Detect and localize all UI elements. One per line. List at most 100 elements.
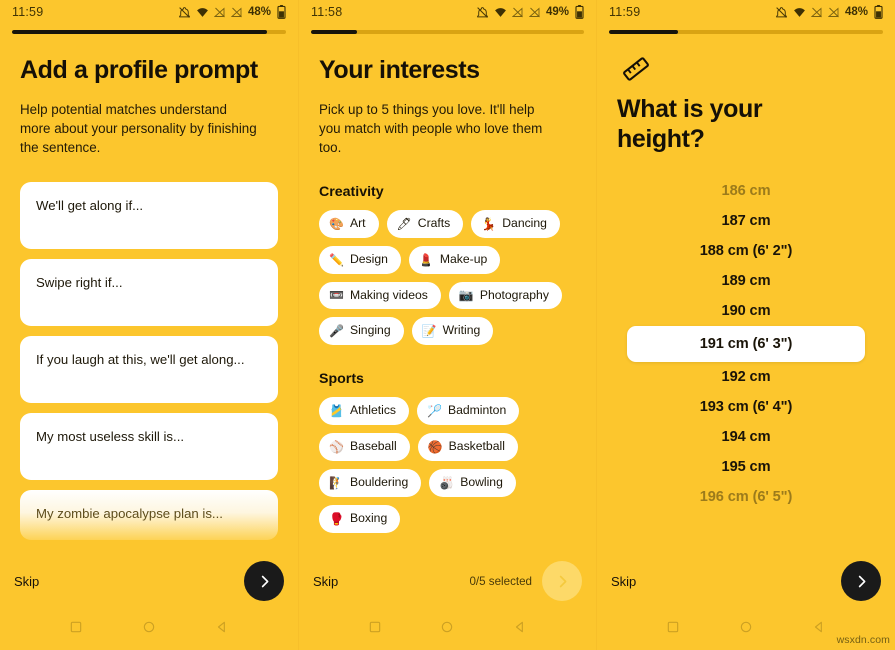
basketball-icon: 🏀 [427,440,443,455]
home-button[interactable] [440,620,454,639]
battery-percent: 49% [545,6,569,18]
home-button[interactable] [142,620,156,639]
chip-label: Singing [349,323,391,338]
chip-label: Badminton [447,403,507,418]
home-button[interactable] [739,620,753,639]
bottom-bar-right: 0/5 selected [469,561,582,601]
status-icons: 49% [476,5,584,19]
interest-chip-making-videos[interactable]: 📼 Making videos [319,281,441,310]
back-button[interactable] [215,620,229,639]
prompt-card[interactable]: My most useless skill is... [20,412,278,480]
chip-label: Design [349,251,388,266]
screen-content: Your interests Pick up to 5 things you l… [299,56,596,616]
height-option[interactable]: 194 cm [617,422,875,452]
status-bar: 11:58 49% [299,0,596,24]
progress-bar-wrap [597,24,895,34]
prompt-card[interactable]: We'll get along if... [20,181,278,249]
interest-chip-bowling[interactable]: 🎳 Bowling [429,468,516,497]
bottom-bar-right [841,561,881,601]
prompt-card[interactable]: If you laugh at this, we'll get along... [20,335,278,403]
camera-icon: 📷 [458,288,474,303]
height-option[interactable]: 188 cm (6' 2") [617,236,875,266]
page-title: Add a profile prompt [20,56,258,84]
notifications-off-icon [776,6,787,18]
height-option[interactable]: 190 cm [617,296,875,326]
skip-button[interactable]: Skip [611,574,636,589]
chevron-right-icon [858,575,865,587]
recents-button[interactable] [69,620,83,639]
skip-button[interactable]: Skip [313,574,338,589]
chip-label: Art [349,215,366,230]
next-button[interactable] [841,561,881,601]
chip-group-sports: 🎽 Athletics 🏸 Badminton ⚾ Baseball 🏀 Basketb… [319,397,576,533]
battery-icon [874,5,883,19]
battery-percent: 48% [247,6,271,18]
signal-off-icon-1 [810,6,822,17]
interest-chip-photography[interactable]: 📷 Photography [448,281,562,310]
height-option-selected[interactable]: 191 cm (6' 3") [627,326,865,362]
interest-chip-crafts[interactable]: 🖊 Crafts [386,209,464,238]
height-option[interactable]: 193 cm (6' 4") [617,392,875,422]
dancer-icon: 💃 [481,216,497,231]
section-heading-sports: Sports [319,371,364,388]
interest-chip-boxing[interactable]: 🥊 Boxing [319,504,401,533]
microphone-icon: 🎤 [329,324,344,339]
android-nav-bar [0,608,298,650]
interest-chip-badminton[interactable]: 🏸 Badminton [417,397,520,426]
ruler-icon [621,54,875,89]
interest-chip-dancing[interactable]: 💃 Dancing [471,209,560,238]
screen-content: What is your height? 186 cm 187 cm 188 c… [597,54,895,614]
progress-fill [12,30,267,34]
chip-label: Bowling [460,474,503,489]
progress-bar-wrap [299,24,596,34]
progress-fill [311,30,358,34]
baseball-icon: ⚾ [329,440,344,455]
height-option[interactable]: 192 cm [617,362,875,392]
page-subtitle: Pick up to 5 things you love. It'll help… [319,101,543,156]
back-button[interactable] [812,620,826,639]
section-heading-creativity: Creativity [319,183,384,200]
interest-chip-make-up[interactable]: 💄 Make-up [408,245,501,274]
status-icons: 48% [178,5,286,19]
screenshot-root: 11:59 48% Add a profile prompt Help pote… [0,0,895,650]
interest-chip-baseball[interactable]: ⚾ Baseball [319,433,410,461]
watermark: wsxdn.com [836,634,890,646]
next-button[interactable] [244,561,284,601]
height-option[interactable]: 187 cm [617,206,875,236]
skip-button[interactable]: Skip [14,574,39,589]
interest-chip-athletics[interactable]: 🎽 Athletics [319,397,410,426]
interest-chip-design[interactable]: ✏️ Design [319,245,401,274]
palette-icon: 🎨 [329,216,344,231]
height-option[interactable]: 196 cm (6' 5") [617,482,875,512]
wifi-icon [794,7,805,17]
prompt-card[interactable]: My zombie apocalypse plan is... [20,489,278,540]
battery-percent: 48% [844,6,868,18]
lipstick-icon: 💄 [418,252,434,267]
bottom-bar: Skip [0,554,298,608]
selected-count-label: 0/5 selected [469,574,532,588]
interest-chip-writing[interactable]: 📝 Writing [411,317,494,346]
climbing-icon: 🧗 [329,475,344,490]
memo-icon: 📝 [421,324,437,339]
interest-chip-singing[interactable]: 🎤 Singing [319,317,404,346]
height-picker[interactable]: 186 cm 187 cm 188 cm (6' 2") 189 cm 190 … [617,176,875,512]
chip-label: Making videos [349,287,428,302]
back-button[interactable] [513,620,527,639]
page-subtitle: Help potential matches understand more a… [20,101,257,156]
badminton-icon: 🏸 [427,404,442,419]
interest-chip-art[interactable]: 🎨 Art [319,209,379,238]
prompt-card[interactable]: Swipe right if... [20,258,278,326]
height-option[interactable]: 186 cm [617,176,875,206]
chip-label: Make-up [439,251,488,266]
chip-label: Crafts [417,215,451,230]
height-option[interactable]: 195 cm [617,452,875,482]
next-button[interactable] [542,561,582,601]
status-bar: 11:59 48% [0,0,298,24]
interest-chip-bouldering[interactable]: 🧗 Bouldering [319,468,422,497]
chip-label: Photography [479,287,549,302]
interest-chip-basketball[interactable]: 🏀 Basketball [417,433,518,461]
recents-button[interactable] [368,620,382,639]
height-option[interactable]: 189 cm [617,266,875,296]
recents-button[interactable] [666,620,680,639]
android-nav-bar [299,608,596,650]
